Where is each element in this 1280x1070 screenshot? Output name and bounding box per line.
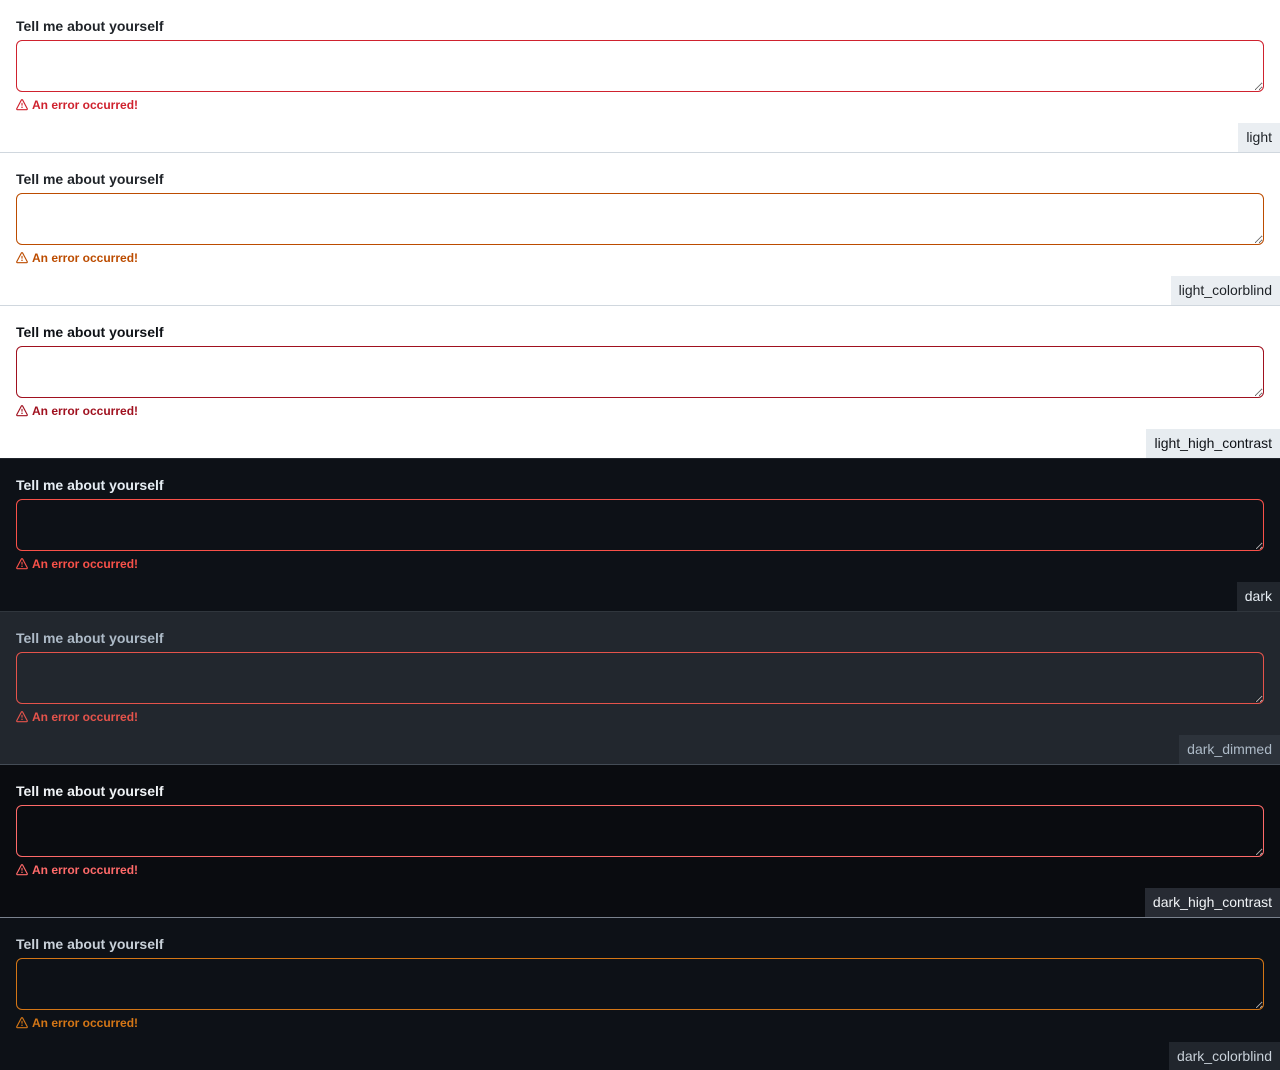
alert-triangle-icon (16, 864, 28, 876)
field-label: Tell me about yourself (16, 936, 164, 952)
theme-name-badge: dark_high_contrast (1144, 888, 1280, 917)
validation-text: An error occurred! (32, 557, 139, 571)
validation-message: An error occurred! (16, 1015, 1264, 1031)
field-label: Tell me about yourself (16, 18, 164, 34)
field-label: Tell me about yourself (16, 783, 164, 799)
validation-message: An error occurred! (16, 709, 1264, 725)
field-label: Tell me about yourself (16, 324, 164, 340)
validation-message: An error occurred! (16, 250, 1264, 266)
theme-name-badge: dark_colorblind (1169, 1042, 1280, 1070)
theme-panel-dark-colorblind: Tell me about yourself An error occurred… (0, 918, 1280, 1070)
field-label: Tell me about yourself (16, 630, 164, 646)
validation-message: An error occurred! (16, 97, 1264, 113)
alert-triangle-icon (16, 99, 28, 111)
about-textarea[interactable] (16, 652, 1264, 704)
field-label: Tell me about yourself (16, 171, 164, 187)
theme-panel-light: Tell me about yourself An error occurred… (0, 0, 1280, 153)
theme-previews: Tell me about yourself An error occurred… (0, 0, 1280, 1070)
theme-name-badge: dark_dimmed (1179, 735, 1280, 764)
theme-name-badge: dark (1236, 582, 1280, 611)
about-textarea[interactable] (16, 193, 1264, 245)
theme-panel-dark-dimmed: Tell me about yourself An error occurred… (0, 612, 1280, 765)
about-textarea[interactable] (16, 40, 1264, 92)
validation-text: An error occurred! (32, 1016, 139, 1030)
theme-panel-dark: Tell me about yourself An error occurred… (0, 459, 1280, 612)
about-textarea[interactable] (16, 805, 1264, 857)
alert-triangle-icon (16, 1017, 28, 1029)
alert-triangle-icon (16, 558, 28, 570)
alert-triangle-icon (16, 252, 28, 264)
alert-triangle-icon (16, 711, 28, 723)
theme-panel-light-colorblind: Tell me about yourself An error occurred… (0, 153, 1280, 306)
theme-name-badge: light_high_contrast (1146, 429, 1280, 458)
validation-text: An error occurred! (32, 98, 139, 112)
validation-message: An error occurred! (16, 556, 1264, 572)
validation-message: An error occurred! (16, 403, 1264, 419)
validation-text: An error occurred! (32, 863, 139, 877)
about-textarea[interactable] (16, 346, 1264, 398)
validation-text: An error occurred! (32, 251, 139, 265)
theme-panel-dark-high-contrast: Tell me about yourself An error occurred… (0, 765, 1280, 918)
field-label: Tell me about yourself (16, 477, 164, 493)
about-textarea[interactable] (16, 499, 1264, 551)
theme-name-badge: light_colorblind (1170, 276, 1280, 305)
validation-text: An error occurred! (32, 710, 139, 724)
theme-name-badge: light (1238, 123, 1280, 152)
theme-panel-light-high-contrast: Tell me about yourself An error occurred… (0, 306, 1280, 459)
about-textarea[interactable] (16, 958, 1264, 1010)
alert-triangle-icon (16, 405, 28, 417)
validation-text: An error occurred! (32, 404, 139, 418)
validation-message: An error occurred! (16, 862, 1264, 878)
